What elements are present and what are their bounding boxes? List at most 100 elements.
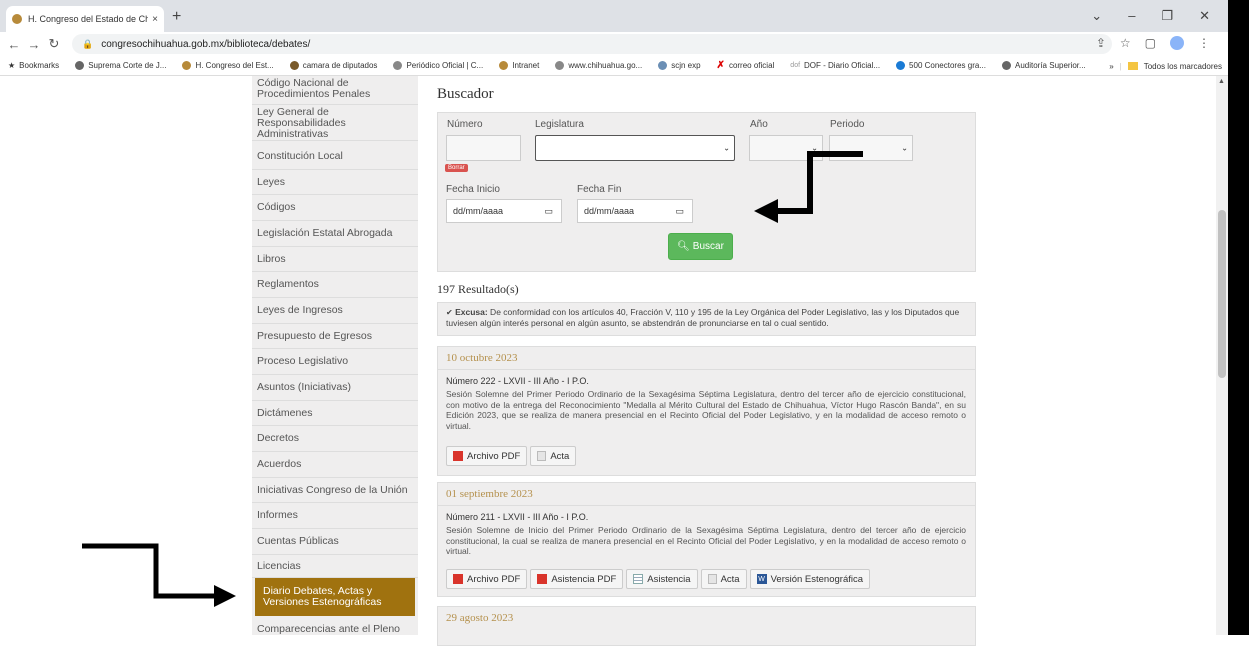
result-card: 29 agosto 2023 bbox=[437, 606, 976, 646]
chevron-down-icon: ⌄ bbox=[723, 143, 730, 153]
globe-icon bbox=[75, 61, 85, 70]
reload-icon[interactable]: ↻ bbox=[44, 36, 64, 52]
sidebar-item[interactable]: Cuentas Públicas bbox=[252, 529, 418, 555]
numero-label: Número bbox=[447, 119, 483, 130]
shield-icon bbox=[393, 61, 403, 70]
main-content: Buscador Número Legislatura Año Periodo … bbox=[437, 76, 977, 646]
new-tab-button[interactable]: + bbox=[172, 8, 181, 26]
bookmark-item[interactable]: Suprema Corte de J... bbox=[67, 61, 174, 70]
browser-tab[interactable]: H. Congreso del Estado de Chih... × bbox=[6, 6, 164, 32]
sidebar-item[interactable]: Diario Debates, Actas y Versiones Esteno… bbox=[255, 578, 415, 616]
sidebar-item[interactable]: Libros bbox=[252, 247, 418, 272]
more-bookmarks-icon[interactable]: » bbox=[1109, 62, 1113, 71]
bookmark-item[interactable]: dof DOF - Diario Oficial... bbox=[782, 61, 888, 70]
borrar-button[interactable]: Borrar bbox=[445, 164, 468, 172]
pdf-icon bbox=[453, 574, 463, 584]
folder-icon bbox=[1127, 62, 1138, 70]
bookmark-item[interactable]: scjn exp bbox=[650, 61, 708, 70]
bookmark-item[interactable]: Intranet bbox=[491, 61, 547, 70]
congreso-icon bbox=[499, 61, 509, 70]
scroll-thumb[interactable] bbox=[1218, 210, 1226, 378]
sidebar-item[interactable]: Códigos bbox=[252, 195, 418, 221]
star-icon[interactable]: ☆ bbox=[1120, 36, 1131, 50]
bookmark-item[interactable]: www.chihuahua.go... bbox=[547, 61, 650, 70]
library-sidebar: Código Nacional de Procedimientos Penale… bbox=[252, 76, 418, 635]
search-panel: Número Legislatura Año Periodo ⌄ ⌄ ⌄ Bor… bbox=[437, 112, 976, 272]
menu-icon[interactable]: ⋮ bbox=[1198, 36, 1210, 50]
asistencia-pdf-button[interactable]: Asistencia PDF bbox=[530, 569, 624, 589]
sidebar-item[interactable]: Leyes bbox=[252, 170, 418, 195]
sidebar-item[interactable]: Dictámenes bbox=[252, 401, 418, 426]
star-icon: ★ bbox=[8, 61, 16, 70]
archivo-pdf-button[interactable]: Archivo PDF bbox=[446, 569, 528, 589]
bookmark-item[interactable]: Auditoría Superior... bbox=[994, 61, 1094, 70]
sidebar-item[interactable]: Código Nacional de Procedimientos Penale… bbox=[252, 76, 418, 105]
check-circle-icon: ✔ bbox=[446, 308, 453, 317]
sidebar-item[interactable]: Acuerdos bbox=[252, 452, 418, 478]
result-actions: Archivo PDF Acta bbox=[446, 446, 577, 466]
calendar-icon[interactable]: ▭ bbox=[544, 206, 553, 217]
fecha-inicio-label: Fecha Inicio bbox=[446, 184, 500, 195]
bookmarks-overflow: » | Todos los marcadores bbox=[1103, 56, 1222, 75]
sidebar-item[interactable]: Leyes de Ingresos bbox=[252, 298, 418, 324]
tab-close-icon[interactable]: × bbox=[152, 14, 158, 25]
url-field[interactable]: 🔒 congresochihuahua.gob.mx/biblioteca/de… bbox=[72, 34, 1112, 54]
sidebar-item[interactable]: Informes bbox=[252, 503, 418, 529]
sidebar-item[interactable]: Legislación Estatal Abrogada bbox=[252, 221, 418, 247]
bookmark-item[interactable]: ★ Bookmarks bbox=[0, 61, 67, 70]
forward-icon[interactable]: → bbox=[24, 37, 44, 52]
excusa-label: Excusa: bbox=[455, 307, 488, 317]
pdf-icon bbox=[453, 451, 463, 461]
result-date: 01 septiembre 2023 bbox=[446, 488, 533, 500]
all-bookmarks-link[interactable]: Todos los marcadores bbox=[1144, 62, 1222, 71]
archivo-pdf-button[interactable]: Archivo PDF bbox=[446, 446, 528, 466]
tab-title: H. Congreso del Estado de Chih... bbox=[28, 14, 149, 24]
close-window-icon[interactable]: ✕ bbox=[1199, 8, 1210, 24]
sidebar-item[interactable]: Presupuesto de Egresos bbox=[252, 324, 418, 349]
divider bbox=[438, 505, 975, 506]
divider: | bbox=[1119, 61, 1122, 71]
asistencia-button[interactable]: Asistencia bbox=[626, 569, 698, 589]
buscar-button[interactable]: 🔍︎ Buscar bbox=[668, 233, 733, 260]
tab-search-icon[interactable]: ⌄ bbox=[1091, 8, 1102, 24]
sidebar-item[interactable]: Asuntos (Iniciativas) bbox=[252, 375, 418, 401]
sidebar-item[interactable]: Ley General de Responsabilidades Adminis… bbox=[252, 107, 418, 141]
sidebar-item[interactable]: Licencias bbox=[252, 555, 418, 578]
bookmark-item[interactable]: camara de diputados bbox=[282, 61, 386, 70]
back-icon[interactable]: ← bbox=[4, 37, 24, 52]
legislatura-select[interactable]: ⌄ bbox=[535, 135, 735, 161]
page-scrollbar[interactable]: ▲ bbox=[1216, 76, 1228, 635]
sidebar-item[interactable]: Decretos bbox=[252, 426, 418, 452]
result-date: 29 agosto 2023 bbox=[446, 612, 514, 624]
document-icon bbox=[707, 574, 717, 584]
sidebar-item[interactable]: Constitución Local bbox=[252, 144, 418, 170]
excusa-notice: ✔ Excusa: De conformidad con los artícul… bbox=[437, 302, 976, 336]
restore-icon[interactable]: ❐ bbox=[1161, 8, 1173, 24]
url-text: congresochihuahua.gob.mx/biblioteca/deba… bbox=[101, 38, 311, 50]
fecha-fin-input[interactable]: dd/mm/aaaa ▭ bbox=[577, 199, 693, 223]
calendar-icon[interactable]: ▭ bbox=[675, 206, 684, 217]
minimize-icon[interactable]: – bbox=[1128, 8, 1135, 24]
sidepanel-icon[interactable]: ▢ bbox=[1145, 36, 1156, 50]
bookmark-item[interactable]: 500 Conectores gra... bbox=[888, 61, 994, 70]
sidebar-item[interactable]: Proceso Legislativo bbox=[252, 349, 418, 375]
result-actions: Archivo PDF Asistencia PDF Asistencia Ac… bbox=[446, 569, 871, 589]
sidebar-item[interactable]: Reglamentos bbox=[252, 272, 418, 298]
scroll-up-icon[interactable]: ▲ bbox=[1218, 78, 1225, 85]
bookmark-item[interactable]: ✗ correo oficial bbox=[709, 60, 783, 71]
fecha-inicio-input[interactable]: dd/mm/aaaa ▭ bbox=[446, 199, 562, 223]
sidebar-item[interactable]: Comparecencias ante el Pleno bbox=[252, 617, 418, 635]
profile-avatar[interactable] bbox=[1170, 36, 1184, 50]
document-icon bbox=[537, 451, 547, 461]
sidebar-item[interactable]: Iniciativas Congreso de la Unión bbox=[252, 478, 418, 503]
scjn-icon bbox=[658, 61, 668, 70]
numero-input[interactable] bbox=[446, 135, 521, 161]
acta-button[interactable]: Acta bbox=[700, 569, 747, 589]
acta-button[interactable]: Acta bbox=[530, 446, 577, 466]
version-estenografica-button[interactable]: W Versión Estenográfica bbox=[749, 569, 871, 589]
periodo-label: Periodo bbox=[830, 119, 865, 130]
bookmark-item[interactable]: H. Congreso del Est... bbox=[174, 61, 281, 70]
share-icon[interactable]: ⇪ bbox=[1096, 36, 1106, 50]
bookmark-item[interactable]: Periódico Oficial | C... bbox=[385, 61, 491, 70]
congreso-icon bbox=[182, 61, 192, 70]
